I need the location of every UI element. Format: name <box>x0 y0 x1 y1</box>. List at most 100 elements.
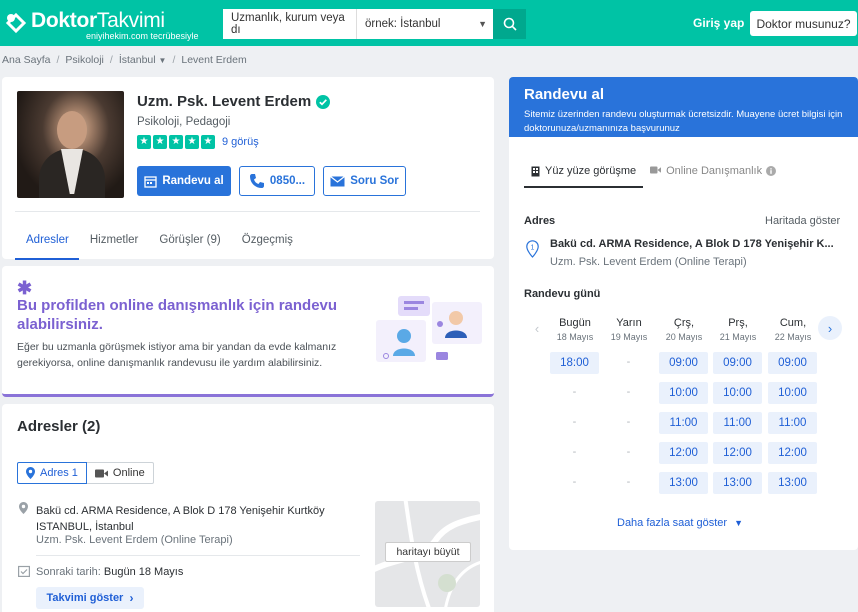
search-button[interactable] <box>493 9 526 39</box>
star-icon: ★ <box>169 135 183 149</box>
day-date: 19 Mayıs <box>610 332 648 342</box>
time-slot-button[interactable]: 13:00 <box>768 472 817 494</box>
profile-card: Uzm. Psk. Levent Erdem Psikoloji, Pedago… <box>2 77 494 260</box>
address-label: Adres <box>524 215 556 227</box>
address-subtitle: Uzm. Psk. Levent Erdem (Online Terapi) <box>36 534 233 546</box>
more-hours-button[interactable]: Daha fazla saat göster ▼ <box>617 517 743 529</box>
empty-slot: - <box>626 416 631 428</box>
phone-label: 0850... <box>269 175 306 187</box>
doctor-specialty: Psikoloji, Pedagoji <box>137 116 231 128</box>
day-name: Çrş, <box>673 317 695 329</box>
logo-subtitle: eniyihekim.com tecrübesiyle <box>86 31 199 41</box>
map-pin-number-icon: 1 <box>526 240 539 258</box>
time-slot-button[interactable]: 13:00 <box>659 472 708 494</box>
time-slot-button[interactable]: 10:00 <box>713 382 762 404</box>
phone-button[interactable]: 0850... <box>239 166 315 196</box>
video-camera-icon <box>650 166 662 174</box>
day-date: 20 Mayıs <box>665 332 703 342</box>
booking-header: Randevu al Sitemiz üzerinden randevu olu… <box>509 77 858 137</box>
verified-icon <box>316 94 331 109</box>
more-hours-label: Daha fazla saat göster <box>617 517 728 529</box>
chevron-left-icon: ‹ <box>534 320 540 336</box>
show-on-map-link[interactable]: Haritada göster <box>765 215 840 227</box>
empty-slot: - <box>572 416 577 428</box>
specialty-search-input[interactable]: Uzmanlık, kurum veya dı <box>223 9 357 39</box>
map-pin-icon <box>26 467 35 479</box>
address-tabs: Adres 1 Online <box>17 462 154 484</box>
time-slot-button[interactable]: 11:00 <box>659 412 708 434</box>
calendar-day-header: Bugün 18 Mayıs <box>548 317 602 342</box>
ask-question-button[interactable]: Soru Sor <box>323 166 406 196</box>
day-name: Prş, <box>728 317 748 329</box>
specialty-search-placeholder: Uzmanlık, kurum veya dı <box>231 12 345 36</box>
tab-address-1-label: Adres 1 <box>40 467 78 479</box>
ask-question-label: Soru Sor <box>350 175 399 187</box>
reviews-link[interactable]: 9 görüş <box>222 136 259 148</box>
book-appointment-label: Randevu al <box>162 175 224 187</box>
star-icon: ★ <box>201 135 215 149</box>
tab-online[interactable]: Online <box>86 462 154 484</box>
time-slot-button[interactable]: 09:00 <box>713 352 762 374</box>
tab-addresses[interactable]: Adresler <box>15 212 79 260</box>
doctor-name-row: Uzm. Psk. Levent Erdem <box>137 93 331 110</box>
time-slot-button[interactable]: 12:00 <box>659 442 708 464</box>
breadcrumb-current: Levent Erdem <box>181 54 247 66</box>
day-name: Cum, <box>779 317 807 329</box>
tab-resume[interactable]: Özgeçmiş <box>231 212 303 260</box>
time-slot-button[interactable]: 09:00 <box>768 352 817 374</box>
tab-in-person[interactable]: Yüz yüze görüşme <box>524 156 644 188</box>
map-thumbnail[interactable]: haritayı büyüt <box>375 501 480 607</box>
time-slot-button[interactable]: 18:00 <box>550 352 599 374</box>
tab-reviews[interactable]: Görüşler (9) <box>148 212 230 260</box>
address-line-1: Bakü cd. ARMA Residence, A Blok D 178 Ye… <box>36 505 325 517</box>
booking-panel: Randevu al Sitemiz üzerinden randevu olu… <box>509 77 858 550</box>
time-slot-button[interactable]: 10:00 <box>659 382 708 404</box>
mail-icon <box>330 175 346 186</box>
breadcrumb-category[interactable]: Psikoloji <box>65 54 104 66</box>
chevron-down-icon: ▼ <box>734 518 743 528</box>
search-icon <box>503 17 517 31</box>
breadcrumb: Ana Sayfa / Psikoloji / İstanbul ▼ / Levent Er… <box>2 54 247 66</box>
login-link[interactable]: Giriş yap <box>693 16 744 30</box>
online-consultation-card: ✱ Bu profilden online danışmanlık için r… <box>2 266 494 397</box>
breadcrumb-city[interactable]: İstanbul <box>119 54 156 66</box>
logo-bold: Doktor <box>31 9 97 32</box>
next-date-value: Bugün 18 Mayıs <box>103 566 184 578</box>
time-slot-button[interactable]: 12:00 <box>713 442 762 464</box>
chevron-down-icon[interactable]: ▼ <box>159 56 167 65</box>
tab-address-1[interactable]: Adres 1 <box>17 462 87 484</box>
enlarge-map-button[interactable]: haritayı büyüt <box>385 542 471 562</box>
book-appointment-button[interactable]: Randevu al <box>137 166 231 196</box>
breadcrumb-home[interactable]: Ana Sayfa <box>2 54 50 66</box>
next-days-button[interactable]: › <box>818 316 842 340</box>
calendar-day-header: Çrş, 20 Mayıs <box>657 317 711 342</box>
top-header: DoktorTakvimi eniyihekim.com tecrübesiyl… <box>0 0 858 46</box>
time-slot-button[interactable]: 11:00 <box>713 412 762 434</box>
time-slot-button[interactable]: 11:00 <box>768 412 817 434</box>
map-pin-icon <box>19 502 28 514</box>
addresses-card: Adresler (2) Adres 1 Online Bakü cd. ARM… <box>2 404 494 612</box>
video-call-illustration-icon <box>376 296 482 362</box>
previous-days-button[interactable]: ‹ <box>525 316 549 340</box>
calendar-icon <box>144 175 157 188</box>
tab-online-consultation[interactable]: Online Danışmanlık <box>643 156 788 188</box>
svg-text:1: 1 <box>531 245 535 252</box>
doctor-photo <box>17 91 124 198</box>
phone-icon <box>249 174 264 188</box>
time-slot-button[interactable]: 12:00 <box>768 442 817 464</box>
show-calendar-button[interactable]: Takvimi göster › <box>36 587 144 609</box>
location-search-input[interactable]: örnek: İstanbul ▼ <box>357 9 493 39</box>
time-slot-button[interactable]: 09:00 <box>659 352 708 374</box>
booking-tabs: Yüz yüze görüşme Online Danışmanlık <box>524 156 844 188</box>
tab-services[interactable]: Hizmetler <box>79 212 149 260</box>
day-name: Bugün <box>559 317 591 329</box>
time-slot-button[interactable]: 10:00 <box>768 382 817 404</box>
doctor-button[interactable]: Doktor musunuz? <box>750 11 857 36</box>
time-slot-button[interactable]: 13:00 <box>713 472 762 494</box>
chevron-down-icon: ▼ <box>478 19 487 29</box>
booking-subtitle: Sitemiz üzerinden randevu oluşturmak ücr… <box>524 109 843 134</box>
profile-actions: Randevu al 0850... Soru Sor <box>137 166 406 196</box>
day-date: 18 Mayıs <box>556 332 594 342</box>
star-icon: ★ <box>185 135 199 149</box>
divider <box>36 555 360 556</box>
